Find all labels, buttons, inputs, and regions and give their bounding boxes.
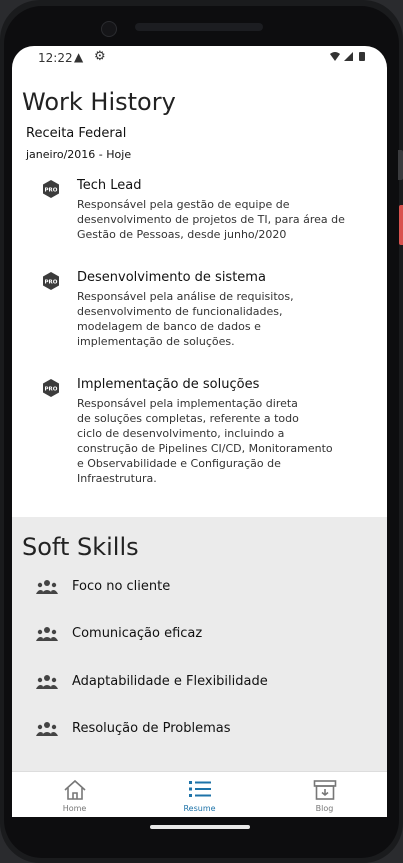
settings-icon: ⚙ — [94, 49, 106, 64]
people-icon — [36, 627, 58, 641]
job-item: PRO Desenvolvimento de sistema Responsáv… — [42, 270, 372, 350]
skill-item: Resolução de Problemas — [36, 719, 366, 743]
svg-text:PRO: PRO — [45, 387, 58, 393]
skill-item: Comunicação eficaz — [36, 624, 366, 648]
warning-icon: ▲ — [74, 50, 84, 64]
skill-label: Foco no cliente — [72, 579, 171, 594]
people-icon — [36, 580, 58, 594]
signal-battery-icons — [329, 51, 373, 65]
pro-badge-icon: PRO — [43, 180, 59, 198]
job-item: PRO Tech Lead Responsável pela gestão de… — [42, 178, 372, 248]
skill-item: Adaptabilidade e Flexibilidade — [36, 672, 366, 696]
volume-button[interactable] — [398, 150, 403, 180]
archive-icon — [313, 780, 336, 800]
skill-label: Adaptabilidade e Flexibilidade — [72, 674, 268, 689]
status-time: 12:22 — [38, 51, 73, 65]
people-icon — [36, 722, 58, 736]
job-item: PRO Implementação de soluções Responsáve… — [42, 377, 372, 487]
job-description: Responsável pela análise de requisitos, … — [77, 290, 294, 348]
list-icon — [188, 781, 211, 797]
svg-text:PRO: PRO — [45, 188, 58, 194]
nav-home[interactable]: Home — [12, 772, 137, 817]
status-bar: 12:22 ▲ ⚙ — [12, 46, 387, 70]
pro-badge-icon: PRO — [43, 379, 59, 397]
job-description: Responsável pela implementação direta de… — [77, 397, 333, 485]
nav-blog[interactable]: Blog — [262, 772, 387, 817]
soft-skills-title: Soft Skills — [22, 533, 139, 561]
nav-resume-label: Resume — [183, 804, 216, 813]
nav-blog-label: Blog — [315, 804, 334, 813]
edge-tab — [399, 205, 403, 245]
wifi-signal-battery-icon — [330, 52, 365, 61]
pro-badge-icon: PRO — [43, 272, 59, 290]
work-period: janeiro/2016 - Hoje — [26, 148, 132, 161]
earpiece-speaker — [135, 23, 263, 31]
nav-resume[interactable]: Resume — [137, 772, 262, 817]
job-description: Responsável pela gestão de equipe de des… — [77, 198, 345, 241]
skill-label: Resolução de Problemas — [72, 721, 231, 736]
job-title: Tech Lead — [77, 178, 142, 193]
skill-label: Comunicação eficaz — [72, 626, 203, 641]
company-name: Receita Federal — [26, 126, 127, 141]
home-icon — [63, 779, 86, 800]
people-icon — [36, 675, 58, 689]
front-camera — [101, 21, 117, 37]
skill-item: Foco no cliente — [36, 577, 366, 601]
gesture-home-bar[interactable] — [150, 825, 250, 829]
svg-text:PRO: PRO — [45, 280, 58, 286]
job-title: Desenvolvimento de sistema — [77, 270, 266, 285]
app-screen: 12:22 ▲ ⚙ Work History Receita Federal j… — [12, 46, 387, 817]
work-history-title: Work History — [22, 88, 176, 116]
nav-home-label: Home — [62, 804, 87, 813]
bottom-navigation: Home Resume Blog — [12, 771, 387, 817]
job-title: Implementação de soluções — [77, 377, 260, 392]
